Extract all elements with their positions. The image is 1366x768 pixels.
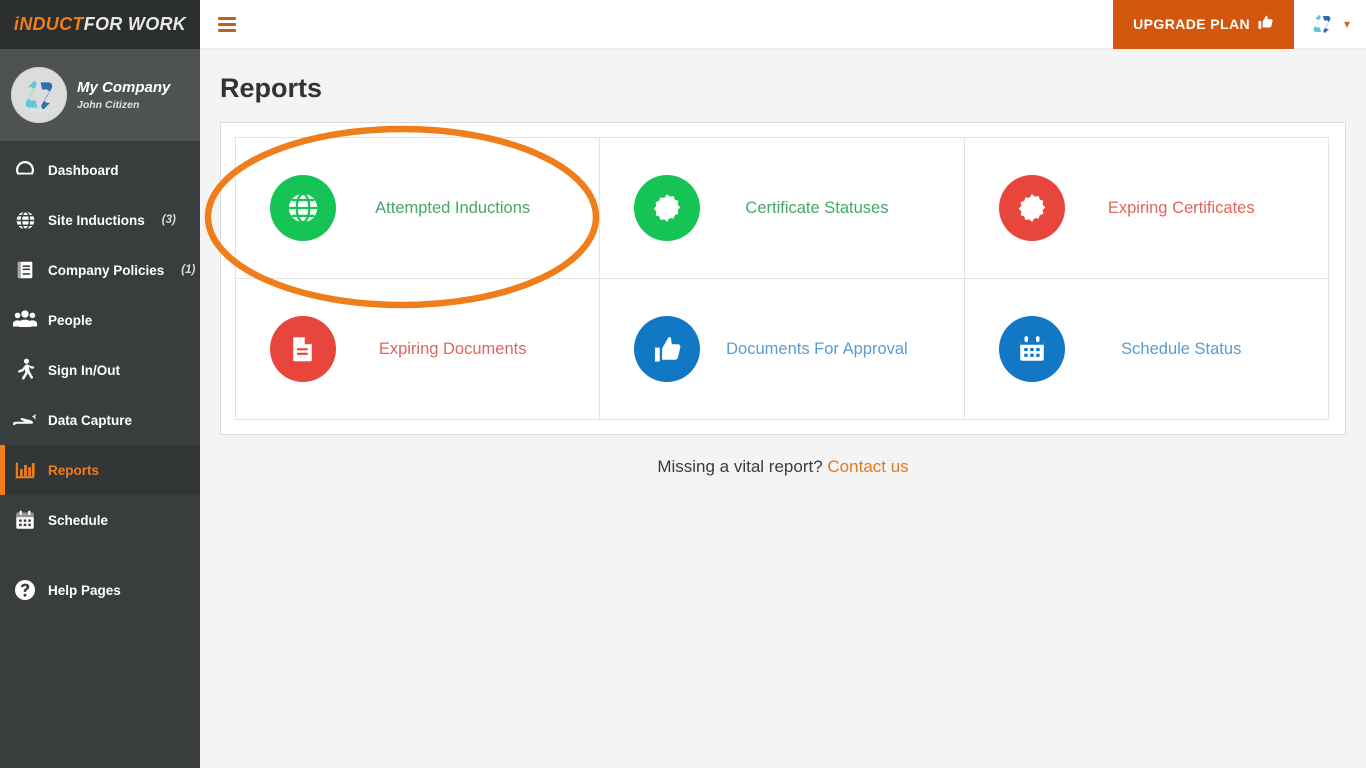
sidebar-item-label: Company Policies (48, 262, 165, 278)
sidebar-item-label: Data Capture (48, 412, 133, 428)
sidebar-item-badge: (1) (181, 264, 196, 276)
sidebar-item-reports[interactable]: Reports (0, 445, 200, 495)
profile-block[interactable]: My Company John Citizen (0, 49, 200, 141)
hamburger-bar (218, 22, 236, 26)
bar-chart-icon (12, 457, 38, 483)
content-area: Reports Attempted Inductions Certificate… (200, 49, 1366, 768)
app-logo[interactable]: iNDUCTFOR WORK (0, 0, 200, 49)
reports-panel: Attempted Inductions Certificate Statuse… (220, 122, 1346, 435)
report-card-icon (634, 316, 701, 382)
user-name: John Citizen (77, 99, 140, 112)
sidebar-item-label: Dashboard (48, 162, 119, 178)
hamburger-icon[interactable] (218, 16, 236, 32)
company-logo-icon (1313, 15, 1331, 33)
chevron-down-icon: ▾ (1343, 17, 1350, 31)
book-icon (12, 257, 38, 283)
user-menu[interactable]: ▾ (1294, 0, 1366, 49)
sidebar-item-badge: (3) (161, 214, 176, 226)
sidebar-item-sign-in-out[interactable]: Sign In/Out (0, 345, 200, 395)
report-card-attempted-inductions[interactable]: Attempted Inductions (235, 137, 601, 279)
sidebar-item-label: Reports (48, 462, 100, 478)
footer-note: Missing a vital report? Contact us (220, 457, 1346, 477)
sidebar: iNDUCTFOR WORK My Company John Citizen D… (0, 0, 200, 768)
report-card-expiring-certificates[interactable]: Expiring Certificates (963, 137, 1329, 279)
sidebar-item-label: Sign In/Out (48, 362, 120, 378)
logo-text-secondary: FOR WORK (83, 14, 187, 34)
hamburger-bar (218, 16, 236, 20)
certificate-icon (1018, 194, 1045, 222)
sidebar-item-data-capture[interactable]: Data Capture (0, 395, 200, 445)
thumbs-up-icon (1257, 14, 1274, 34)
company-name: My Company (77, 79, 171, 97)
report-card-certificate-statuses[interactable]: Certificate Statuses (599, 137, 965, 279)
report-card-icon (998, 175, 1065, 241)
app-root: iNDUCTFOR WORK My Company John Citizen D… (0, 0, 1366, 768)
report-card-label: Expiring Certificates (1107, 198, 1255, 217)
report-card-label: Schedule Status (1121, 339, 1242, 358)
globe-icon (12, 207, 38, 233)
avatar (11, 67, 67, 123)
report-card-icon (634, 175, 701, 241)
question-mark-icon (12, 577, 38, 603)
sidebar-item-help-pages[interactable]: Help Pages (0, 565, 200, 615)
hand-capture-icon (12, 407, 38, 433)
footer-note-text: Missing a vital report? (657, 457, 823, 476)
topbar: UPGRADE PLAN ▾ (200, 0, 1366, 49)
company-logo-icon (25, 80, 53, 113)
hamburger-bar (218, 28, 236, 32)
report-card-expiring-documents[interactable]: Expiring Documents (235, 278, 601, 420)
profile-text: My Company John Citizen (77, 78, 170, 112)
globe-icon (288, 192, 318, 224)
sidebar-item-label: People (48, 312, 93, 328)
people-icon (12, 307, 38, 333)
walking-person-icon (12, 357, 38, 383)
upgrade-plan-label: UPGRADE PLAN (1133, 16, 1250, 32)
sidebar-item-company-policies[interactable]: Company Policies (1) (0, 245, 200, 295)
report-card-label: Attempted Inductions (375, 198, 531, 217)
report-card-grid: Attempted Inductions Certificate Statuse… (235, 137, 1331, 420)
report-card-schedule-status[interactable]: Schedule Status (963, 278, 1329, 420)
thumbs-up-icon (655, 337, 681, 362)
report-card-label: Expiring Documents (378, 339, 527, 358)
page-title: Reports (220, 73, 323, 103)
calendar-icon (12, 507, 38, 533)
dashboard-gauge-icon (12, 157, 38, 183)
logo-text: iNDUCTFOR WORK (14, 14, 186, 35)
calendar-icon (1019, 336, 1044, 361)
sidebar-item-label: Schedule (48, 512, 109, 528)
sidebar-item-site-inductions[interactable]: Site Inductions (3) (0, 195, 200, 245)
sidebar-item-schedule[interactable]: Schedule (0, 495, 200, 545)
report-card-icon (998, 316, 1065, 382)
document-icon (293, 337, 312, 362)
logo-text-primary: iNDUCT (13, 14, 84, 34)
upgrade-plan-button[interactable]: UPGRADE PLAN (1113, 0, 1294, 49)
main-area: UPGRADE PLAN ▾ Reports Attempted Inducti… (200, 0, 1366, 768)
contact-us-link[interactable]: Contact us (827, 457, 908, 476)
report-card-documents-for-approval[interactable]: Documents For Approval (599, 278, 965, 420)
report-card-label: Documents For Approval (726, 339, 908, 358)
sidebar-item-people[interactable]: People (0, 295, 200, 345)
sidebar-nav: Dashboard Site Inductions (3) Company Po… (0, 141, 200, 768)
report-card-icon (270, 175, 336, 241)
nav-divider (0, 545, 200, 565)
sidebar-item-label: Help Pages (48, 582, 121, 598)
sidebar-item-label: Site Inductions (48, 212, 145, 228)
certificate-icon (654, 194, 681, 222)
sidebar-item-dashboard[interactable]: Dashboard (0, 145, 200, 195)
report-card-label: Certificate Statuses (745, 198, 889, 217)
report-card-icon (270, 316, 336, 382)
